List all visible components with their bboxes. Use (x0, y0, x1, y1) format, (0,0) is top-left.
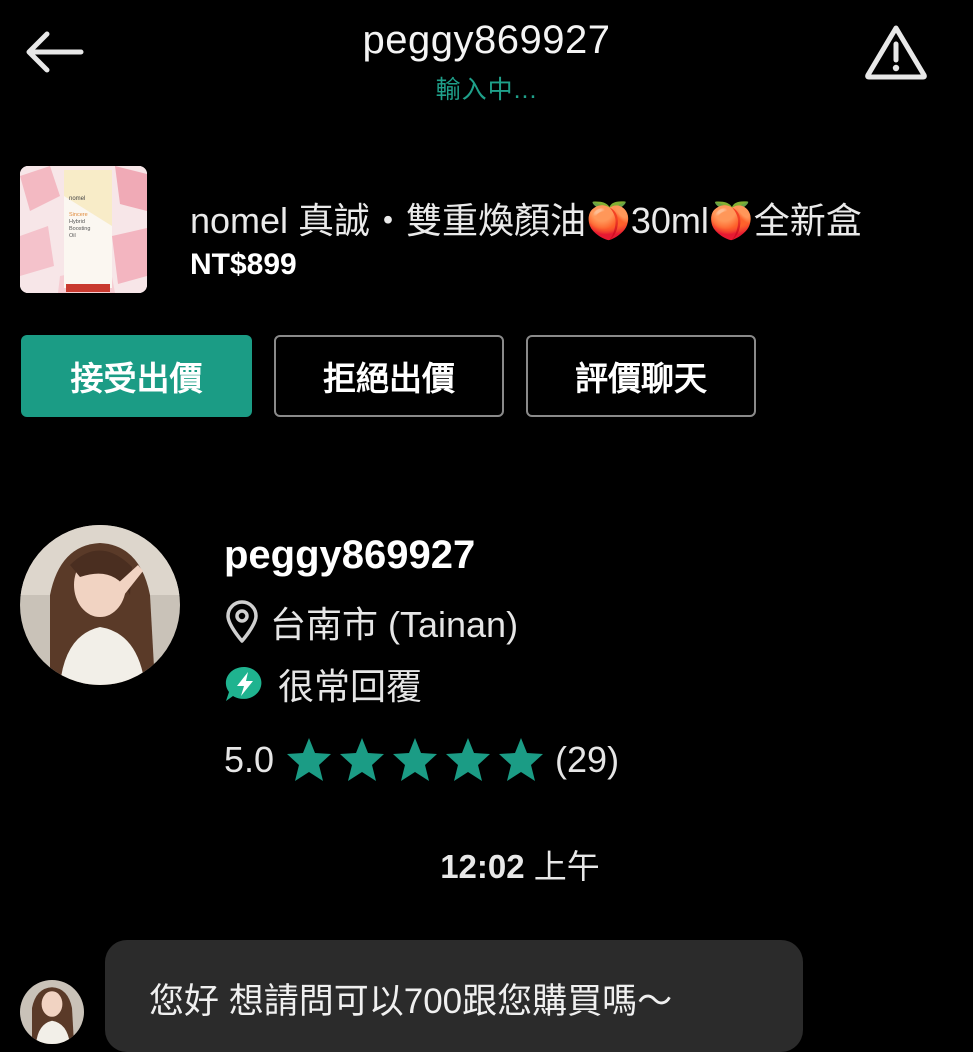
product-image-line-2: Hybrid (69, 219, 85, 225)
message-avatar[interactable] (20, 980, 84, 1044)
product-image-line-4: Oil (69, 233, 76, 239)
accept-offer-button[interactable]: 接受出價 (21, 335, 252, 417)
timestamp-period: 上午 (533, 848, 600, 885)
location-pin-icon (226, 600, 258, 643)
star-icon (340, 738, 385, 781)
product-image-line-3: Boosting (69, 226, 90, 232)
seller-username[interactable]: peggy869927 (224, 533, 475, 578)
rating-value: 5.0 (224, 739, 275, 780)
seller-reply-badge: 很常回覆 (224, 659, 422, 709)
report-button[interactable] (859, 20, 933, 84)
product-summary[interactable]: nomel Sincere Hybrid Boosting Oil nomel … (20, 166, 973, 294)
review-chat-button[interactable]: 評價聊天 (526, 335, 756, 417)
warning-triangle-icon (865, 25, 927, 80)
timestamp-time: 12:02 (440, 848, 525, 885)
seller-reply-label: 很常回覆 (278, 666, 423, 707)
star-icon (446, 738, 491, 781)
rating-stars (284, 736, 549, 784)
reject-offer-button[interactable]: 拒絕出價 (274, 335, 504, 417)
seller-location-label: 台南市 (Tainan) (270, 604, 519, 645)
product-price: NT$899 (190, 248, 297, 281)
product-image: nomel Sincere Hybrid Boosting Oil (20, 166, 147, 293)
seller-profile-card: peggy869927 台南市 (Tainan) 很常回覆 5.0 (29) (20, 525, 970, 795)
seller-location: 台南市 (Tainan) (224, 597, 518, 647)
product-image-brand: nomel (69, 196, 85, 202)
product-image-line-1: Sincere (69, 212, 88, 218)
star-icon (499, 738, 544, 781)
chat-header: peggy869927 輸入中... (0, 0, 973, 110)
chat-timestamp: 12:02 上午 (0, 840, 973, 888)
product-title[interactable]: nomel 真誠・雙重煥顏油🍑30ml🍑全新盒 (190, 192, 862, 244)
lightning-chat-icon (225, 666, 262, 701)
typing-status: 輸入中... (435, 76, 538, 104)
product-thumbnail[interactable]: nomel Sincere Hybrid Boosting Oil (20, 166, 147, 293)
seller-rating[interactable]: 5.0 (29) (224, 735, 619, 785)
chat-partner-name: peggy869927 (362, 18, 611, 62)
avatar[interactable] (20, 525, 180, 685)
review-count: (29) (555, 739, 620, 780)
star-icon (287, 738, 332, 781)
message-bubble[interactable]: 您好 想請問可以700跟您購買嗎～ (105, 940, 803, 1052)
star-icon (393, 738, 438, 781)
